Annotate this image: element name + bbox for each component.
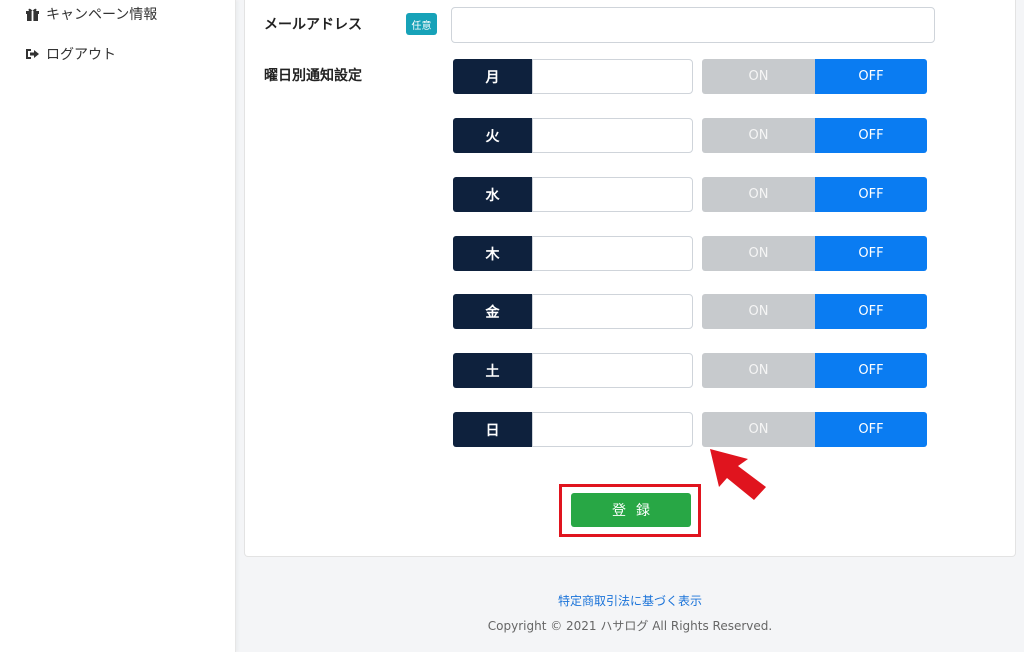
day-label: 日 xyxy=(453,412,532,447)
toggle-on-button[interactable]: ON xyxy=(702,236,815,271)
day-input[interactable] xyxy=(532,59,693,94)
toggle-on-button[interactable]: ON xyxy=(702,59,815,94)
day-row-tue: 火 ON OFF xyxy=(453,118,927,153)
register-button[interactable]: 登録 xyxy=(571,493,691,527)
day-input[interactable] xyxy=(532,294,693,329)
toggle-on-button[interactable]: ON xyxy=(702,118,815,153)
day-row-wed: 水 ON OFF xyxy=(453,177,927,212)
day-row-thu: 木 ON OFF xyxy=(453,236,927,271)
day-label: 火 xyxy=(453,118,532,153)
day-row-fri: 金 ON OFF xyxy=(453,294,927,329)
email-label: メールアドレス xyxy=(264,17,362,33)
footer-legal-link[interactable]: 特定商取引法に基づく表示 xyxy=(0,592,1024,609)
sign-out-icon xyxy=(24,47,40,61)
day-label: 月 xyxy=(453,59,532,94)
toggle-off-button[interactable]: OFF xyxy=(815,353,927,388)
toggle-off-button[interactable]: OFF xyxy=(815,177,927,212)
day-row-mon: 月 ON OFF xyxy=(453,59,927,94)
day-input[interactable] xyxy=(532,236,693,271)
day-label: 水 xyxy=(453,177,532,212)
toggle-off-button[interactable]: OFF xyxy=(815,294,927,329)
toggle-off-button[interactable]: OFF xyxy=(815,59,927,94)
toggle-off-button[interactable]: OFF xyxy=(815,118,927,153)
footer-link-label[interactable]: 特定商取引法に基づく表示 xyxy=(558,592,702,609)
day-label: 木 xyxy=(453,236,532,271)
day-label: 土 xyxy=(453,353,532,388)
toggle-on-button[interactable]: ON xyxy=(702,294,815,329)
day-input[interactable] xyxy=(532,412,693,447)
weekday-notify-label: 曜日別通知設定 xyxy=(264,68,362,84)
email-field[interactable] xyxy=(451,7,935,43)
sidebar-item-logout[interactable]: ログアウト xyxy=(24,44,116,64)
copyright-label: Copyright © 2021 ハサログ All Rights Reserve… xyxy=(487,619,773,633)
sidebar-item-label: ログアウト xyxy=(46,47,116,63)
day-label: 金 xyxy=(453,294,532,329)
sidebar-item-label: キャンペーン情報 xyxy=(46,7,158,23)
pointer-arrow-icon xyxy=(710,449,766,500)
toggle-on-button[interactable]: ON xyxy=(702,177,815,212)
toggle-off-button[interactable]: OFF xyxy=(815,412,927,447)
toggle-off-button[interactable]: OFF xyxy=(815,236,927,271)
day-row-sat: 土 ON OFF xyxy=(453,353,927,388)
gift-icon xyxy=(24,7,40,21)
toggle-on-button[interactable]: ON xyxy=(702,353,815,388)
day-input[interactable] xyxy=(532,177,693,212)
day-input[interactable] xyxy=(532,353,693,388)
optional-badge: 任意 xyxy=(406,13,437,35)
toggle-on-button[interactable]: ON xyxy=(702,412,815,447)
copyright-text: Copyright © 2021 ハサログ All Rights Reserve… xyxy=(0,617,1024,634)
day-input[interactable] xyxy=(532,118,693,153)
sidebar: キャンペーン情報 ログアウト xyxy=(0,0,236,652)
sidebar-item-campaign[interactable]: キャンペーン情報 xyxy=(24,4,157,24)
day-row-sun: 日 ON OFF xyxy=(453,412,927,447)
